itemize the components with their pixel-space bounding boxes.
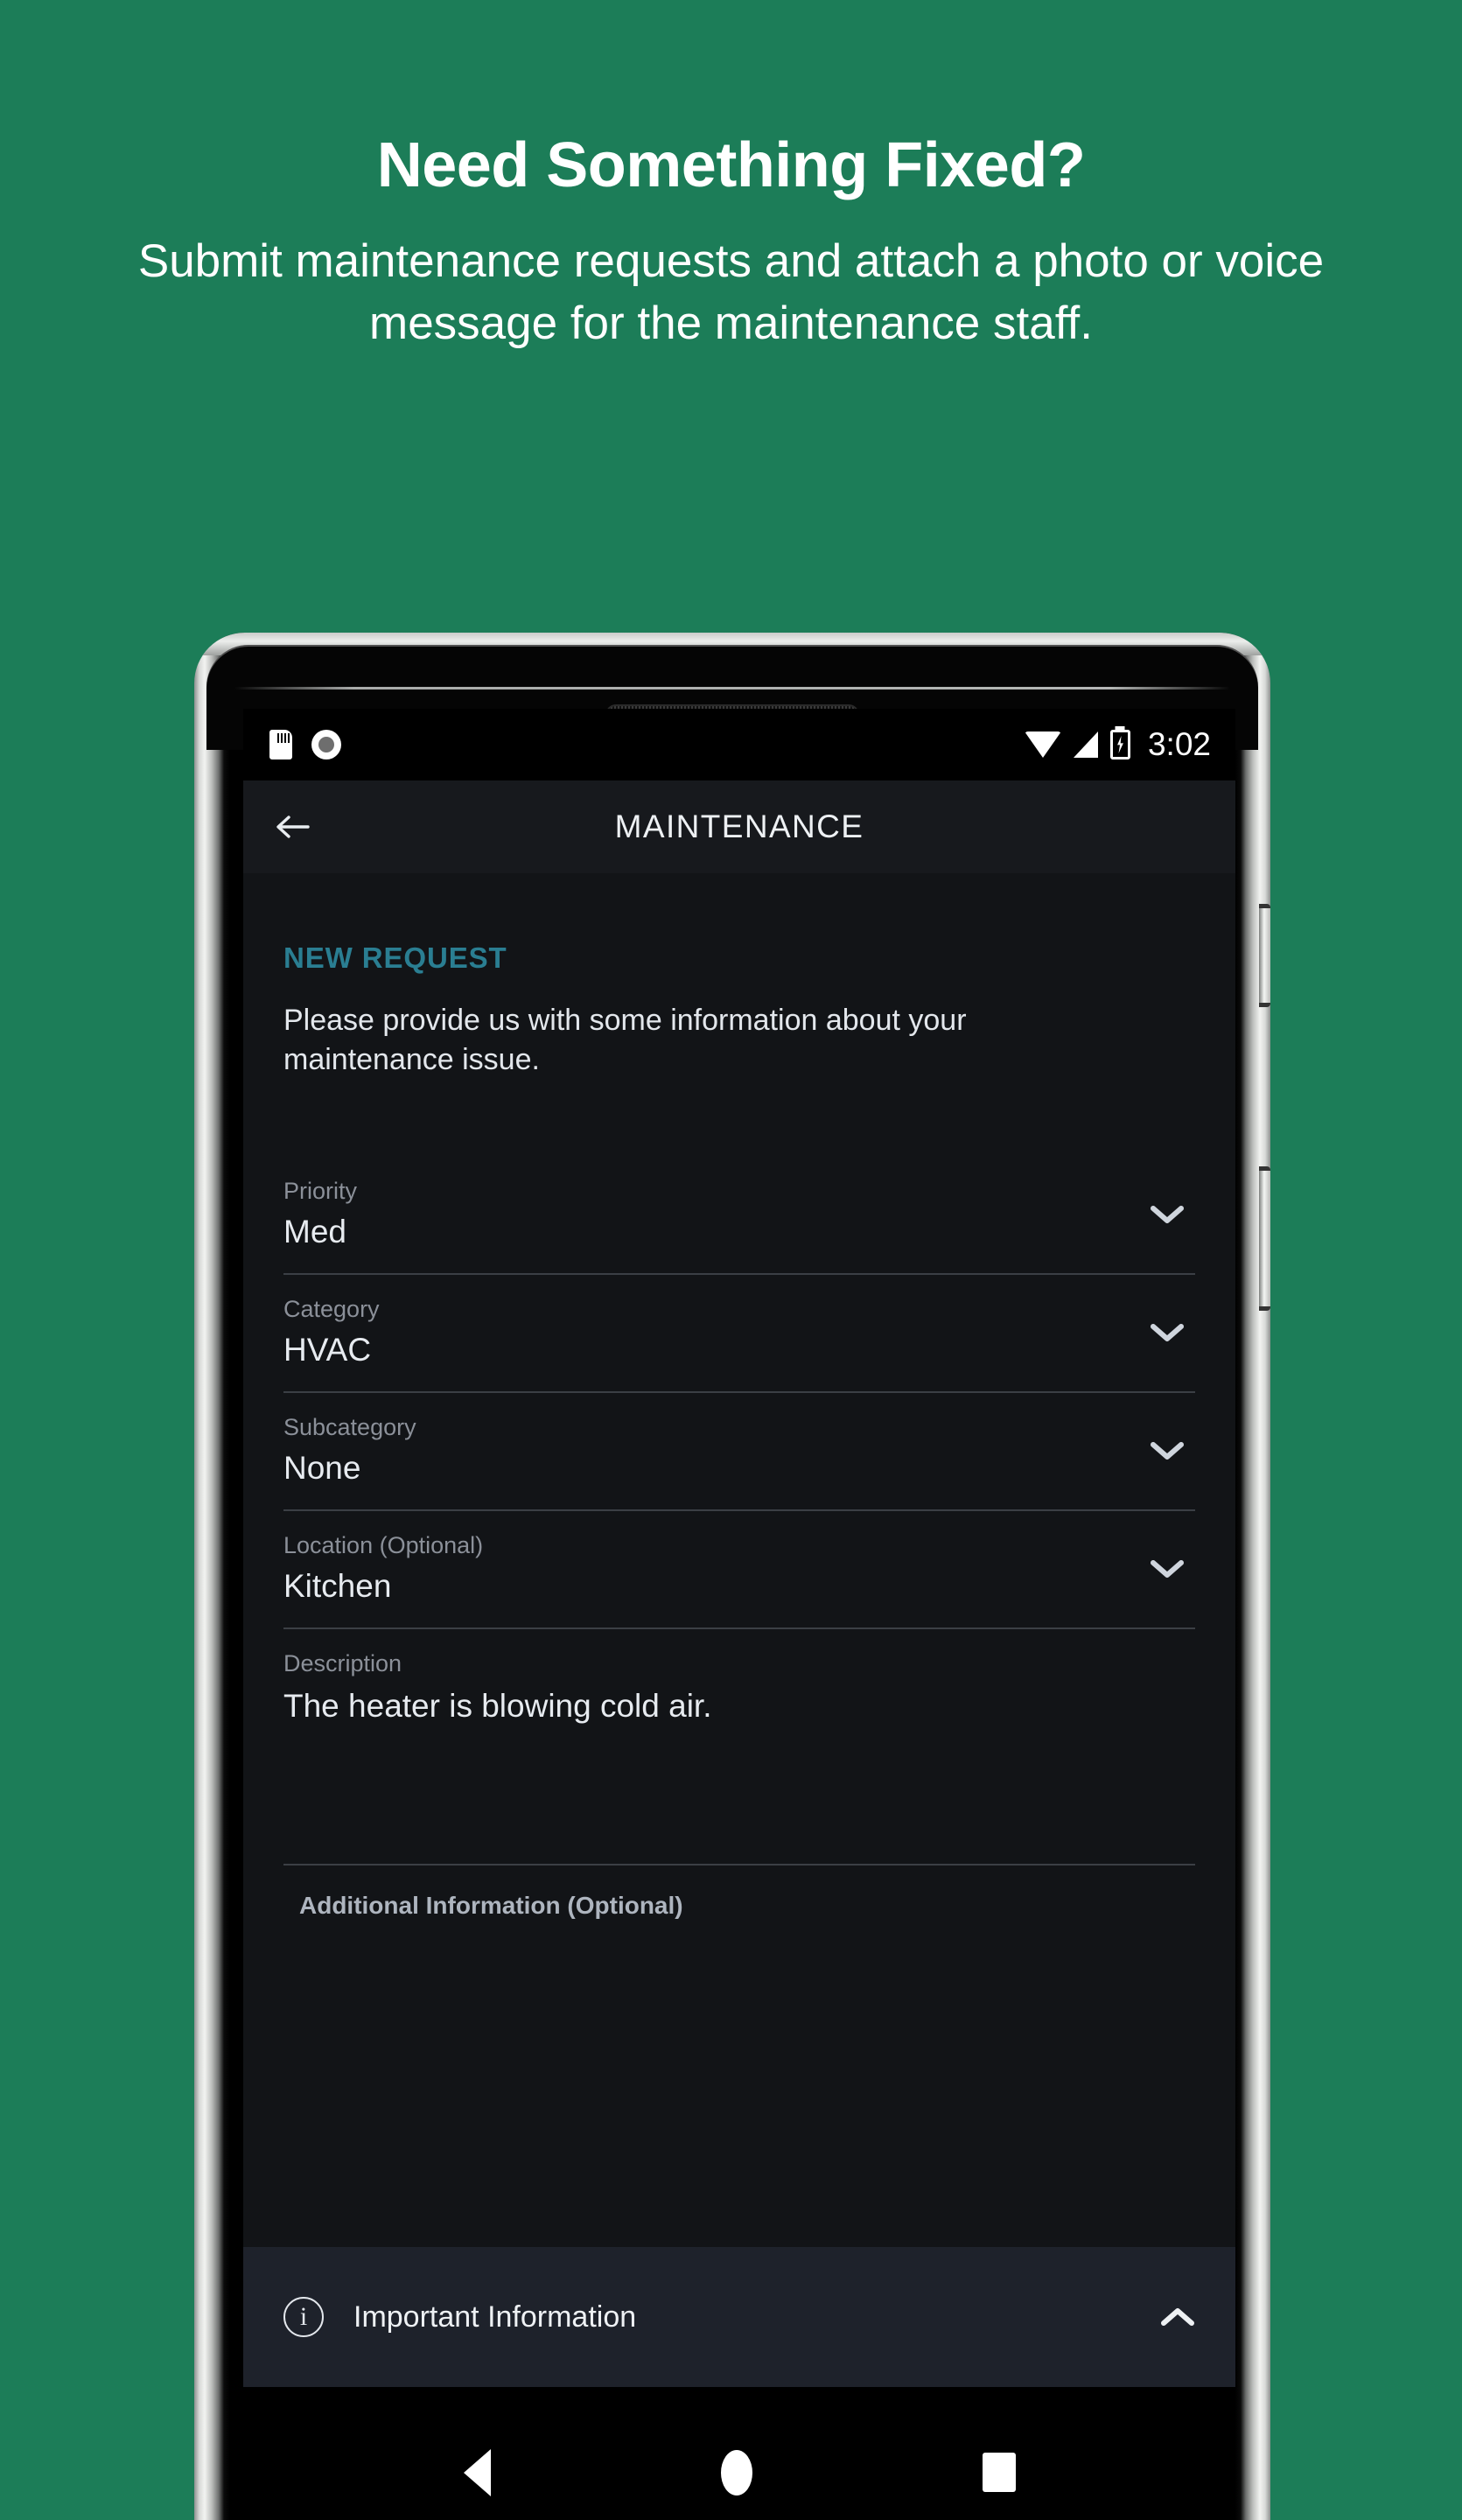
- disc-record-icon: [311, 730, 341, 760]
- cell-signal-icon: [1073, 732, 1098, 758]
- field-value: None: [283, 1449, 361, 1486]
- status-bar: 3:02: [243, 709, 1235, 780]
- field-subcategory[interactable]: Subcategory None: [283, 1393, 1195, 1511]
- info-circle-icon: i: [283, 2297, 324, 2337]
- field-value: HVAC: [283, 1331, 372, 1368]
- field-priority[interactable]: Priority Med: [283, 1157, 1195, 1275]
- field-label: Category: [283, 1295, 380, 1322]
- page-title: MAINTENANCE: [614, 808, 864, 844]
- chevron-down-icon[interactable]: [1150, 1440, 1185, 1461]
- circle-home-icon[interactable]: [720, 2449, 752, 2496]
- status-bar-clock: 3:02: [1147, 726, 1211, 762]
- chevron-down-icon[interactable]: [1150, 1322, 1185, 1343]
- android-nav-bar: [243, 2387, 1235, 2520]
- additional-information-label: Additional Information (Optional): [299, 1891, 683, 1919]
- field-label: Subcategory: [283, 1413, 416, 1440]
- promo-subtitle: Submit maintenance requests and attach a…: [137, 235, 1325, 350]
- sd-card-icon: [269, 730, 292, 760]
- field-label: Location (Optional): [283, 1531, 484, 1558]
- app-bar: MAINTENANCE: [243, 780, 1235, 873]
- field-value: The heater is blowing cold air.: [283, 1687, 712, 1724]
- important-information-bar[interactable]: i Important Information: [243, 2247, 1235, 2387]
- promo-header: Need Something Fixed? Submit maintenance…: [0, 0, 1462, 354]
- triangle-back-icon[interactable]: [463, 2448, 491, 2496]
- chevron-down-icon[interactable]: [1150, 1204, 1185, 1225]
- section-title: NEW REQUEST: [283, 942, 507, 974]
- field-category[interactable]: Category HVAC: [283, 1275, 1195, 1393]
- promo-title: Need Something Fixed?: [376, 130, 1086, 200]
- section-description: Please provide us with some information …: [283, 1004, 967, 1076]
- chevron-down-icon[interactable]: [1150, 1558, 1185, 1579]
- phone-mockup: 3:02 MAINTENANCE NEW REQUEST Please prov…: [194, 633, 1270, 2520]
- status-bar-left-icons: [269, 730, 341, 760]
- field-label: Description: [283, 1649, 402, 1676]
- field-value: Med: [283, 1213, 346, 1250]
- status-bar-right-icons: 3:02: [1024, 726, 1211, 763]
- phone-screen: 3:02 MAINTENANCE NEW REQUEST Please prov…: [243, 709, 1235, 2520]
- field-label: Priority: [283, 1177, 358, 1204]
- important-information-label: Important Information: [353, 2300, 637, 2334]
- field-description[interactable]: Description The heater is blowing cold a…: [283, 1629, 1195, 1866]
- wifi-icon: [1024, 732, 1061, 758]
- request-form: NEW REQUEST Please provide us with some …: [243, 873, 1235, 2247]
- volume-button[interactable]: [1259, 1166, 1270, 1311]
- square-recents-icon[interactable]: [982, 2453, 1016, 2492]
- bezel-highlight-line: [234, 687, 1230, 690]
- field-value: Kitchen: [283, 1567, 392, 1604]
- power-button[interactable]: [1259, 904, 1270, 1007]
- battery-charging-icon: [1109, 730, 1130, 760]
- field-location[interactable]: Location (Optional) Kitchen: [283, 1511, 1195, 1629]
- chevron-up-icon[interactable]: [1160, 2306, 1195, 2328]
- arrow-left-icon[interactable]: [273, 807, 313, 847]
